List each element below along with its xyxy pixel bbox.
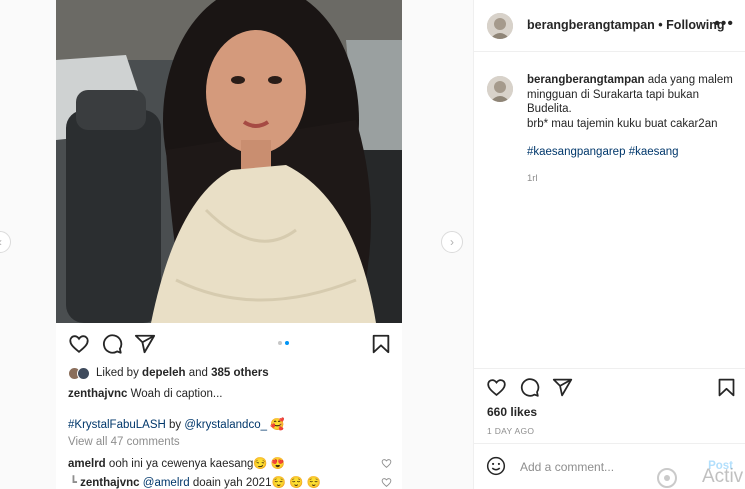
hashtag-link[interactable]: #KrystalFabuLASH [68,419,166,431]
comment-row: amelrd ooh ini ya cewenya kaesang😏 😍 [68,456,285,470]
prev-arrow-icon[interactable]: ‹ [0,231,11,253]
caption-avatar[interactable] [487,76,513,102]
post-action-bar [486,377,738,399]
liked-by-prefix: Liked by [96,367,139,379]
emoji: 🥰 [270,419,285,431]
comment-username[interactable]: amelrd [68,458,106,470]
share-icon[interactable] [134,333,156,355]
header-username[interactable]: berangberangtampan [527,18,655,32]
more-options-icon[interactable]: ••• [714,15,734,33]
liked-by-row: Liked by depeleh and 385 others [68,366,269,380]
liked-by-user[interactable]: depeleh [142,367,185,379]
liked-by-others[interactable]: 385 others [211,367,269,379]
tag-line: #KrystalFabuLASH by @krystalandco_ 🥰 [68,417,285,431]
reply-mention[interactable]: @amelrd [143,477,190,489]
page-frame: ‹ [0,0,745,489]
avatar-image [487,13,513,39]
reply-like-heart-icon[interactable] [381,477,392,488]
heart-icon[interactable] [486,377,507,398]
reply-indent: ┗ [70,477,77,489]
photo-image [56,0,402,323]
comment-text: ooh ini ya cewenya kaesang😏 😍 [108,458,286,470]
smile-icon[interactable] [486,456,506,476]
likes-count[interactable]: 660 likes [487,405,537,419]
post-date: 1 DAY AGO [487,426,535,436]
header-user-line: berangberangtampan • Following [527,18,725,32]
watermark-text: Activ [702,466,744,487]
watermark-icon [657,468,677,488]
post-caption: berangberangtampan ada yang malem minggu… [527,73,737,186]
bookmark-icon[interactable] [370,333,392,355]
comment-icon[interactable] [101,333,123,355]
carousel-dots [278,341,289,345]
next-arrow-icon[interactable]: › [441,231,463,253]
avatar-image [487,76,513,102]
avatar[interactable] [487,13,513,39]
post-action-bar [68,333,393,357]
divider [474,443,745,444]
mention-link[interactable]: @krystalandco_ [184,419,267,431]
carousel-dot-active [285,341,289,345]
caption-age: 1rl [527,172,538,184]
reply-text: doain yah 2021😌 😌 😌 [192,477,321,489]
tag-by: by [169,419,182,431]
liked-by-and: and [188,367,208,379]
caption-username[interactable]: zenthajvnc [68,388,127,400]
divider [474,368,745,369]
comment-icon[interactable] [519,377,540,398]
header-separator: • [658,18,663,32]
post-photo [56,0,402,323]
carousel-dot [278,341,282,345]
caption-hashtags: #kaesangpangarep #kaesang [527,145,737,160]
liker-avatars [68,366,90,380]
hashtag-link[interactable]: #kaesang [629,146,679,158]
comment-like-heart-icon[interactable] [381,458,392,469]
bookmark-icon[interactable] [716,377,737,398]
post-header: berangberangtampan • Following ••• [474,0,745,52]
left-caption: zenthajvnc Woah di caption... [68,388,222,400]
comment-input[interactable]: Add a comment... [520,460,614,474]
share-icon[interactable] [552,377,573,398]
reply-username[interactable]: zenthajvnc [80,477,139,489]
heart-icon[interactable] [68,333,90,355]
view-all-comments[interactable]: View all 47 comments [68,436,180,448]
post-side-panel: berangberangtampan • Following ••• beran… [473,0,745,489]
avatar [77,366,90,380]
embedded-post: Liked by depeleh and 385 others zenthajv… [56,0,402,489]
hashtag-link[interactable]: #kaesangpangarep [527,146,625,158]
reply-row: ┗ zenthajvnc @amelrd doain yah 2021😌 😌 😌 [70,475,321,489]
caption-line-2: brb* mau tajemin kuku buat cakar2an [527,117,718,130]
caption-text: Woah di caption... [130,388,223,400]
caption-body: berangberangtampan ada yang malem minggu… [527,73,737,117]
caption-username[interactable]: berangberangtampan [527,74,645,86]
